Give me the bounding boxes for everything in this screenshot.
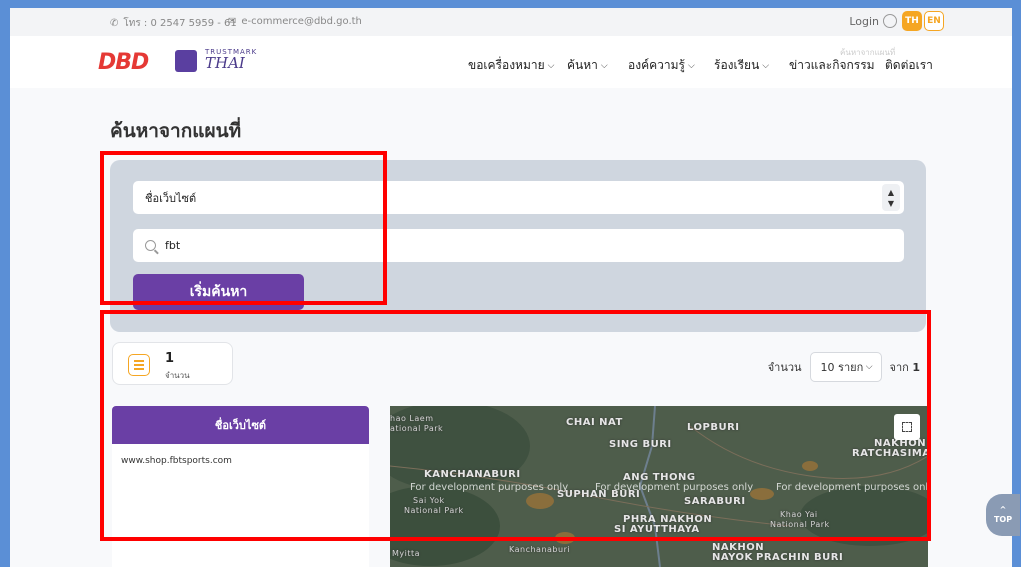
- trustmark-logo-text[interactable]: TRUSTMARK THAI: [205, 48, 257, 72]
- lang-th-button[interactable]: TH: [902, 11, 922, 31]
- chevron-down-icon: ⌵: [687, 60, 695, 71]
- lang-en-button[interactable]: EN: [924, 11, 944, 31]
- chevron-down-icon: ⌵: [600, 60, 608, 71]
- trustmark-logo-icon: [175, 50, 197, 72]
- chevron-down-icon: ⌵: [762, 60, 770, 71]
- nav-item-request-mark[interactable]: ขอเครื่องหมาย ⌵: [468, 56, 554, 75]
- highlight-box-results: [100, 310, 931, 541]
- phone-contact[interactable]: ✆ โทร : 0 2547 5959 - 61: [110, 16, 237, 31]
- nav-item-complaint[interactable]: ร้องเรียน ⌵: [714, 56, 769, 75]
- page-title: ค้นหาจากแผนที่: [110, 120, 242, 142]
- browser-page: ✆ โทร : 0 2547 5959 - 61 ✉ e-commerce@db…: [10, 8, 1012, 567]
- chevron-up-icon: ▲: [887, 187, 895, 197]
- phone-text: โทร : 0 2547 5959 - 61: [123, 18, 237, 29]
- map-label: PRACHIN BURI: [756, 552, 844, 563]
- top-utility-bar: ✆ โทร : 0 2547 5959 - 61 ✉ e-commerce@db…: [10, 8, 1012, 36]
- map-label: NAYOK: [712, 552, 753, 563]
- highlight-box-search: [100, 151, 387, 305]
- main-navbar: DBD TRUSTMARK THAI ค้นหาจากแผนที่ ขอเครื…: [10, 36, 1012, 88]
- login-icon: [883, 14, 897, 28]
- nav-item-search[interactable]: ค้นหา ⌵: [567, 56, 608, 75]
- nav-item-news[interactable]: ข่าวและกิจกรรม: [789, 56, 875, 75]
- mail-icon: ✉: [228, 16, 237, 27]
- map-label: Kanchanaburi: [509, 545, 571, 554]
- select-spinner[interactable]: ▲ ▼: [882, 184, 900, 211]
- email-text: e-commerce@dbd.go.th: [241, 16, 362, 27]
- login-label: Login: [849, 14, 879, 28]
- nav-item-knowledge[interactable]: องค์ความรู้ ⌵: [628, 56, 695, 75]
- scroll-top-label: TOP: [993, 515, 1013, 524]
- chevron-down-icon: ▼: [887, 198, 895, 208]
- dbd-logo[interactable]: DBD: [98, 50, 149, 75]
- scroll-top-button[interactable]: ^ TOP: [986, 494, 1020, 536]
- login-link[interactable]: Login: [849, 14, 897, 28]
- nav-item-contact[interactable]: ติดต่อเรา: [885, 56, 933, 75]
- chevron-up-icon: ^: [999, 505, 1007, 514]
- phone-icon: ✆: [110, 18, 119, 29]
- map-label: Myitta: [392, 549, 421, 558]
- email-contact[interactable]: ✉ e-commerce@dbd.go.th: [228, 16, 362, 27]
- chevron-down-icon: ⌵: [547, 60, 555, 71]
